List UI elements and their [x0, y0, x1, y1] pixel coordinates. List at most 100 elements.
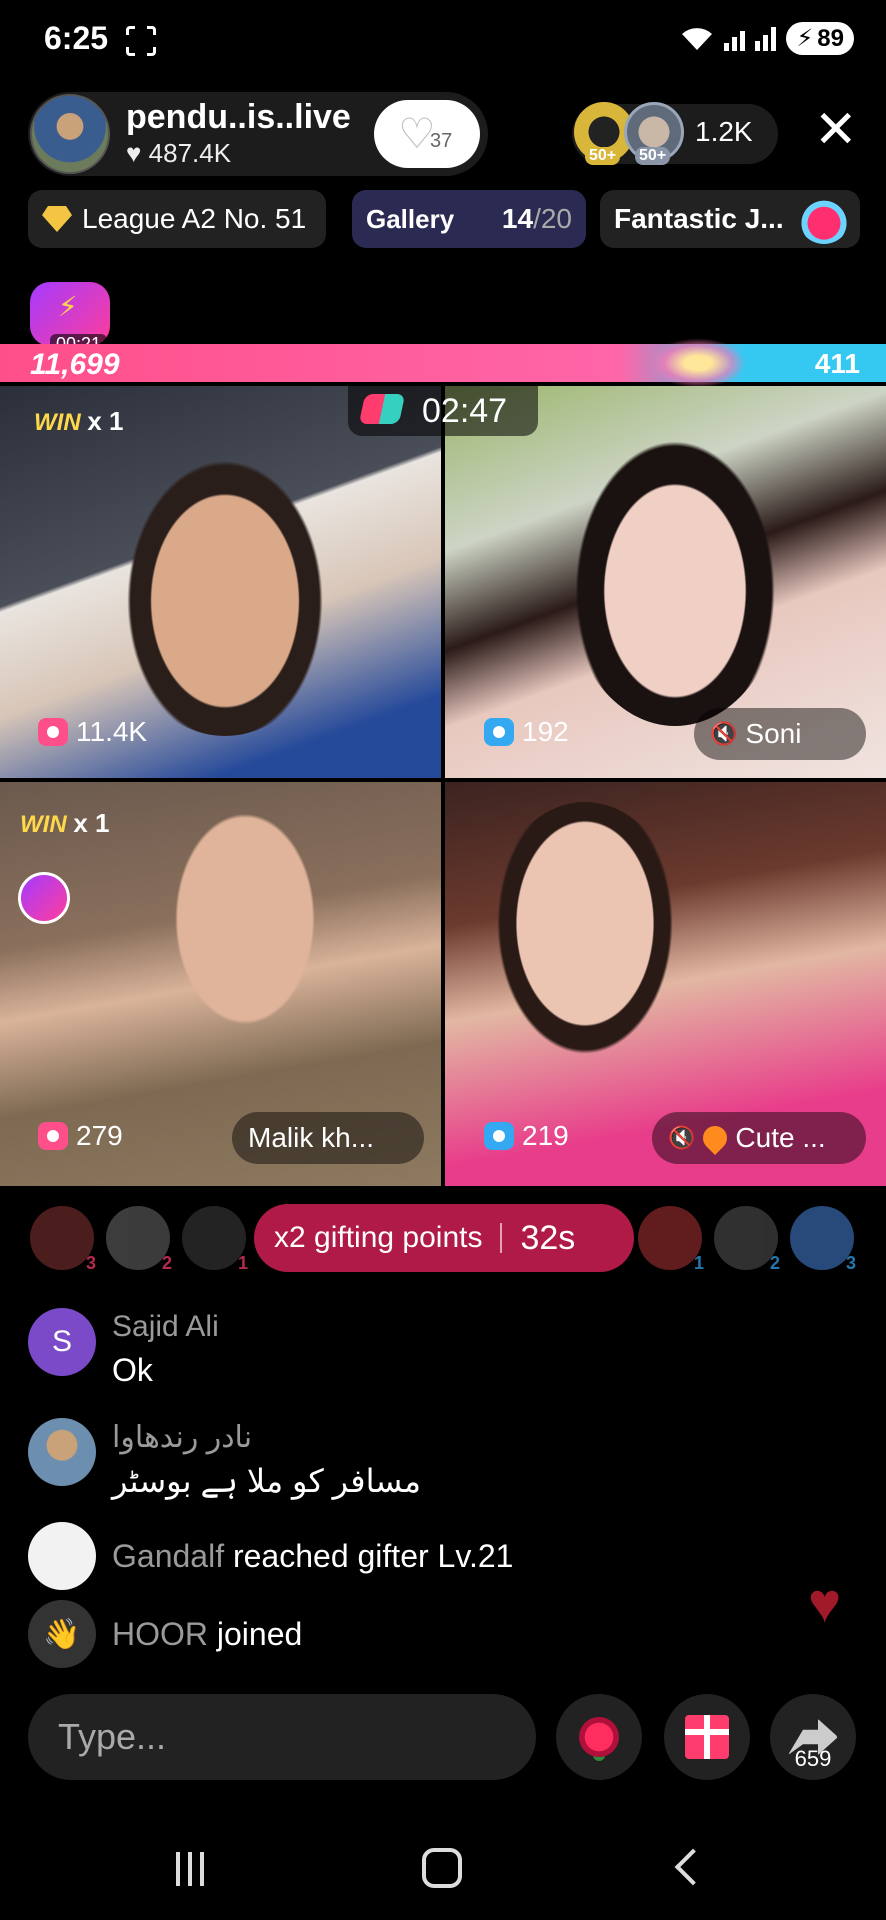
- comment-input[interactable]: [28, 1694, 536, 1780]
- gift-emoji-icon: [798, 192, 850, 244]
- chat-system-message: Gandalf reached gifter Lv.21: [28, 1522, 728, 1592]
- chat-message: S Sajid Ali Ok: [28, 1308, 628, 1398]
- left-gifter-avatar[interactable]: 1: [182, 1206, 248, 1273]
- status-icons: ⚡ 89: [680, 22, 854, 55]
- share-button[interactable]: 659: [770, 1694, 856, 1780]
- lightning-avatar[interactable]: [18, 872, 70, 924]
- flame-icon: [698, 1121, 733, 1155]
- floating-heart-icon: ♥: [808, 1571, 842, 1634]
- signal-icon-2: [755, 26, 777, 51]
- rose-gift-button[interactable]: [556, 1694, 642, 1780]
- battle-timer-text: 02:47: [422, 392, 508, 430]
- left-team-score: 11,699: [30, 348, 120, 381]
- chat-username[interactable]: Gandalf: [112, 1538, 224, 1574]
- status-bar: 6:25 ⚡ 89: [0, 0, 886, 80]
- fantastic-label: Fantastic J...: [614, 203, 784, 234]
- host-likes-count: 487.4K: [148, 138, 232, 168]
- left-gifter-avatar[interactable]: 3: [30, 1206, 96, 1273]
- battery-level: 89: [817, 24, 844, 52]
- league-label: League A2 No. 51: [82, 203, 307, 234]
- battle-score-bar: [0, 344, 886, 382]
- top-viewer-avatar-2[interactable]: 50+: [624, 102, 684, 165]
- gifting-label: x2 gifting points: [274, 1221, 483, 1254]
- chat-text: مسافر کو ملا ہے بوسٹر: [112, 1463, 422, 1499]
- chat-text: Ok: [112, 1352, 153, 1388]
- back-button[interactable]: [674, 1848, 712, 1886]
- gallery-count: 14/20: [501, 203, 572, 234]
- participant-face: [565, 426, 785, 726]
- tile-4-name[interactable]: 🔇 Cute ...: [652, 1112, 866, 1164]
- rose-icon: [579, 1717, 619, 1757]
- chat-avatar[interactable]: S: [28, 1308, 96, 1376]
- chat-username[interactable]: نادر رندھاوا: [112, 1420, 252, 1455]
- recent-apps-button[interactable]: [176, 1852, 204, 1886]
- chat-text: reached gifter Lv.21: [232, 1538, 514, 1574]
- signal-icon: [724, 27, 746, 51]
- tile-2-score: 192: [484, 716, 569, 748]
- charging-icon: ⚡: [796, 25, 814, 52]
- chat-line: Gandalf reached gifter Lv.21: [112, 1538, 513, 1575]
- chat-join-message: 👋 HOOR joined: [28, 1600, 628, 1670]
- gifting-points-banner[interactable]: x2 gifting points 32s: [254, 1204, 634, 1272]
- muted-icon: 🔇: [668, 1125, 696, 1150]
- host-likes: ♥ 487.4K: [126, 138, 231, 169]
- system-nav-bar: [0, 1830, 886, 1920]
- muted-icon: 🔇: [710, 721, 738, 746]
- tile-1-score: 11.4K: [38, 716, 147, 748]
- participant-face: [150, 802, 340, 1062]
- follow-count: 37: [430, 130, 453, 152]
- home-button[interactable]: [422, 1848, 462, 1888]
- win-streak-badge-2: WIN x 1: [20, 808, 110, 838]
- viewer-level-badge: 50+: [635, 147, 671, 165]
- host-name: pendu..is..live: [126, 98, 351, 136]
- gallery-label: Gallery: [366, 203, 455, 234]
- right-gifter-avatar[interactable]: 2: [714, 1206, 780, 1273]
- gifting-countdown: 32s: [520, 1218, 576, 1257]
- chat-text: joined: [216, 1616, 303, 1652]
- host-avatar[interactable]: [30, 94, 110, 174]
- win-streak-badge-1: WIN x 1: [34, 406, 124, 436]
- share-count: 659: [794, 1746, 832, 1771]
- league-chip[interactable]: League A2 No. 51: [28, 190, 326, 248]
- chat-avatar[interactable]: [28, 1418, 96, 1486]
- chat-username[interactable]: HOOR: [112, 1616, 208, 1652]
- chat-message: نادر رندھاوا مسافر کو ملا ہے بوسٹر: [28, 1418, 628, 1508]
- lightning-icon: ⚡: [58, 291, 78, 322]
- gallery-chip[interactable]: Gallery 14/20: [352, 190, 586, 248]
- diamond-icon: [42, 206, 72, 232]
- tile-4-score: 219: [484, 1120, 569, 1152]
- gift-box-icon: [484, 718, 514, 746]
- gift-box-icon: [38, 718, 68, 746]
- right-gifter-avatar[interactable]: 3: [790, 1206, 856, 1273]
- right-team-score: 411: [814, 348, 860, 379]
- wave-hand-icon: 👋: [28, 1600, 96, 1668]
- heart-icon: ♥: [126, 138, 142, 168]
- tile-3-name[interactable]: Malik kh...: [232, 1112, 424, 1164]
- right-gifter-avatar[interactable]: 1: [638, 1206, 704, 1273]
- chat-avatar[interactable]: [28, 1522, 96, 1590]
- left-gifter-avatar[interactable]: 2: [106, 1206, 172, 1273]
- gift-icon: [685, 1715, 729, 1759]
- boxing-gloves-icon: [358, 394, 406, 424]
- chat-username[interactable]: Sajid Ali: [112, 1310, 219, 1344]
- participant-face: [110, 436, 340, 736]
- follow-button[interactable]: ♡ 37: [374, 100, 480, 168]
- gift-box-icon: [484, 1122, 514, 1150]
- chat-line: HOOR joined: [112, 1616, 302, 1653]
- fantastic-chip[interactable]: Fantastic J...: [600, 190, 860, 248]
- gift-box-icon: [38, 1122, 68, 1150]
- divider: [500, 1223, 503, 1253]
- viewer-level-badge: 50+: [585, 147, 621, 165]
- gift-button[interactable]: [664, 1694, 750, 1780]
- tile-2-name[interactable]: 🔇 Soni: [694, 708, 866, 760]
- host-info[interactable]: pendu..is..live ♥ 487.4K ♡ 37: [28, 92, 488, 176]
- tile-3-score: 279: [38, 1120, 123, 1152]
- status-time: 6:25: [44, 20, 109, 56]
- battle-timer: 02:47: [348, 384, 538, 436]
- viewer-count[interactable]: 1.2K: [695, 116, 753, 148]
- participant-face: [485, 802, 685, 1072]
- wifi-icon: [682, 27, 713, 50]
- battle-spark: [650, 338, 746, 388]
- close-button[interactable]: ✕: [814, 104, 858, 156]
- battery-indicator: ⚡ 89: [786, 22, 854, 55]
